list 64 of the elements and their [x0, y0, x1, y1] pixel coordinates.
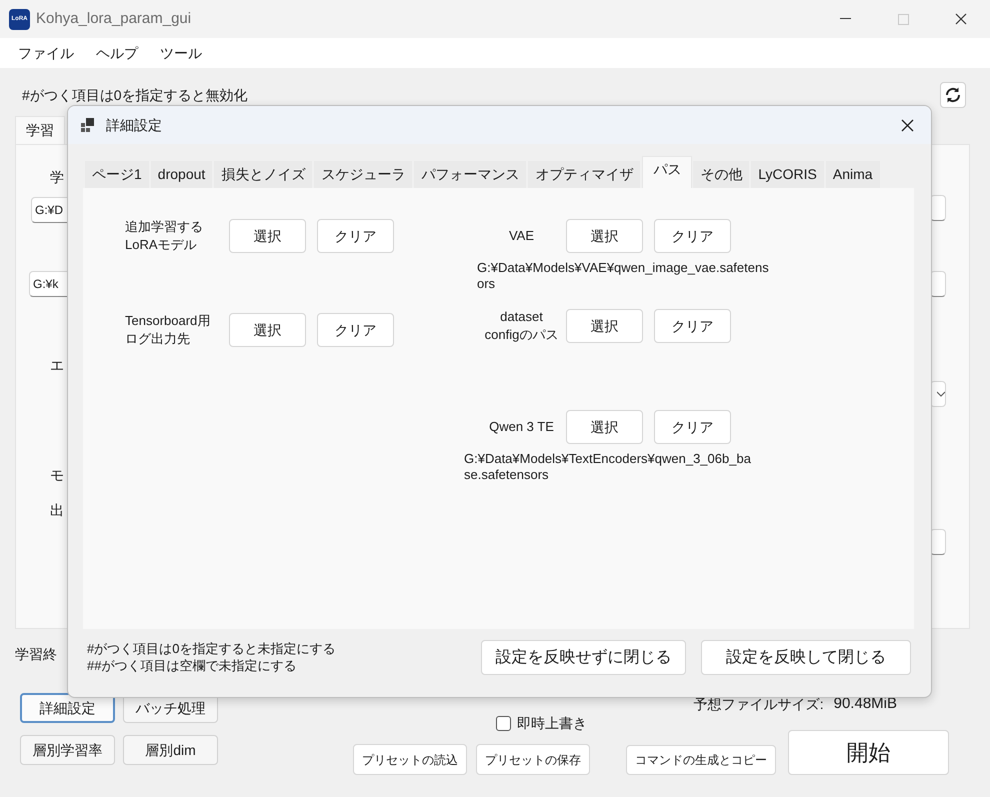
clear-button[interactable]: クリア: [654, 219, 731, 253]
menu-item[interactable]: ファイル: [10, 40, 82, 66]
field-label: LoRAモデル: [125, 236, 197, 254]
field-label: 出: [50, 501, 64, 520]
field-label: dataset: [500, 308, 543, 326]
clear-button[interactable]: クリア: [317, 313, 394, 347]
action-button[interactable]: 層別dim: [123, 735, 218, 765]
start-button[interactable]: 開始: [788, 730, 949, 774]
apply-and-close-button[interactable]: 設定を反映して閉じる: [701, 640, 911, 675]
refresh-button[interactable]: [940, 82, 966, 108]
close-icon[interactable]: [955, 13, 967, 25]
chevron-down-icon: [937, 391, 945, 397]
tab[interactable]: 学習: [15, 116, 65, 144]
file-size-label: 予想ファイルサイズ:: [694, 694, 824, 714]
menu-item[interactable]: ツール: [152, 40, 210, 66]
field-label: ログ出力先: [125, 330, 190, 348]
clear-button[interactable]: クリア: [654, 410, 731, 444]
refresh-icon: [944, 86, 962, 104]
tab[interactable]: パフォーマンス: [414, 161, 526, 188]
field-label: モ: [50, 466, 64, 485]
close-icon[interactable]: [900, 118, 914, 132]
tab[interactable]: パス: [642, 156, 692, 188]
tab[interactable]: Anima: [826, 161, 880, 188]
field-label: 追加学習する: [125, 218, 203, 236]
close-without-applying-button[interactable]: 設定を反映せずに閉じる: [481, 640, 686, 675]
hint-text: #がつく項目は0を指定すると無効化: [22, 86, 248, 104]
clear-button[interactable]: クリア: [654, 309, 731, 343]
field-label: 学: [50, 168, 64, 187]
clear-button[interactable]: クリア: [317, 219, 394, 253]
menu-item[interactable]: ヘルプ: [88, 40, 146, 66]
field-label: Qwen 3 TE: [489, 418, 554, 436]
tab[interactable]: ページ1: [85, 161, 149, 188]
file-size-value: 90.48MiB: [834, 694, 897, 714]
tab[interactable]: オプティマイザ: [528, 161, 640, 188]
field-label: VAE: [508, 227, 534, 245]
preset-button[interactable]: プリセットの読込: [353, 744, 467, 775]
field-label: 学習終: [15, 646, 57, 662]
window-icon: [81, 118, 95, 132]
action-button[interactable]: 層別学習率: [20, 735, 115, 765]
select-button[interactable]: 選択: [229, 219, 306, 253]
select-button[interactable]: 選択: [566, 219, 643, 253]
file-path: G:¥Data¥Models¥TextEncoders¥qwen_3_06b_base.safetensors: [464, 451, 752, 483]
window-title: Kohya_lora_param_gui: [36, 8, 192, 29]
checkbox[interactable]: [496, 716, 511, 731]
hint-text: ##がつく項目は空欄で未指定にする: [87, 657, 298, 674]
file-path: G:¥Data¥Models¥VAE¥qwen_image_vae.safetensors: [477, 260, 769, 292]
field-label: Tensorboard用: [125, 312, 210, 330]
dialog-title: 詳細設定: [106, 116, 162, 134]
tab[interactable]: 損失とノイズ: [214, 161, 312, 188]
tab[interactable]: スケジューラ: [314, 161, 412, 188]
tab[interactable]: その他: [693, 161, 750, 188]
action-button[interactable]: 詳細設定: [20, 693, 115, 723]
checkbox-label: 即時上書き: [517, 714, 587, 733]
field-label: configのパス: [484, 326, 558, 344]
minimize-icon[interactable]: [840, 18, 850, 20]
hint-text: #がつく項目は0を指定すると未指定にする: [87, 640, 336, 657]
generate-command-button[interactable]: コマンドの生成とコピー: [626, 744, 776, 774]
select-button[interactable]: 選択: [229, 313, 306, 347]
tab[interactable]: dropout: [150, 161, 212, 188]
select-button[interactable]: 選択: [566, 410, 643, 444]
field-label: エ: [50, 356, 64, 375]
preset-button[interactable]: プリセットの保存: [476, 744, 590, 775]
tab[interactable]: LyCORIS: [751, 161, 824, 188]
select-button[interactable]: 選択: [566, 309, 643, 343]
